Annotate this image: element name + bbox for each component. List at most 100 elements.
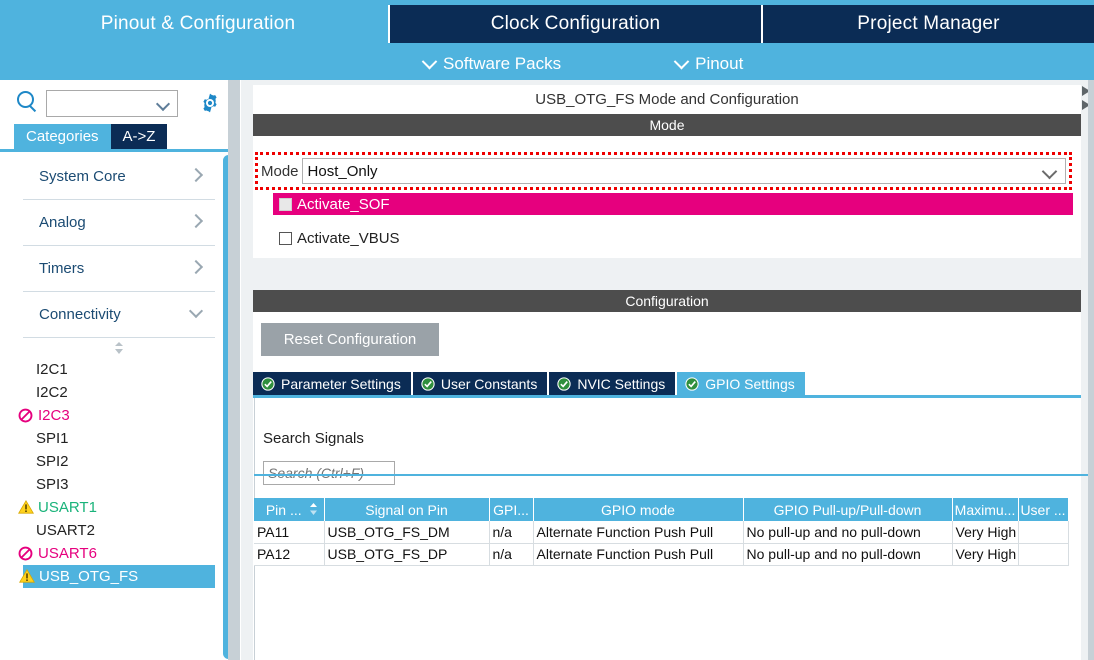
tab-project-manager-label: Project Manager xyxy=(857,13,1000,34)
page-title-text: USB_OTG_FS Mode and Configuration xyxy=(535,91,799,108)
checkbox-activate-sof[interactable]: Activate_SOF xyxy=(273,193,1073,215)
sidebar-item-system-core-label: System Core xyxy=(39,168,126,185)
chevron-down-icon xyxy=(155,96,171,111)
right-gutter xyxy=(1088,80,1094,660)
menu-pinout-label: Pinout xyxy=(695,54,744,73)
check-circle-icon xyxy=(421,376,435,391)
cell-gpio-pull: No pull-up and no pull-down xyxy=(743,543,953,566)
sidebar-item-i2c2-label: I2C2 xyxy=(36,384,68,401)
column-header-gpio-output-level[interactable]: GPI... xyxy=(489,498,534,521)
sidebar-item-usart6[interactable]: USART6 xyxy=(14,542,224,565)
sidebar-item-usb-otg-fs[interactable]: USB_OTG_FS xyxy=(19,565,215,588)
chevron-right-icon xyxy=(188,259,204,275)
chevron-down-icon xyxy=(1041,163,1058,180)
reset-configuration-button[interactable]: Reset Configuration xyxy=(261,323,439,356)
cell-signal: USB_OTG_FS_DM xyxy=(324,521,490,544)
menu-pinout[interactable]: Pinout xyxy=(673,53,744,74)
warning-icon xyxy=(18,499,36,516)
sidebar-item-spi2[interactable]: SPI2 xyxy=(14,450,224,473)
column-header-maximum-speed-label: Maximu... xyxy=(954,501,1016,518)
sidebar-item-i2c3-label: I2C3 xyxy=(38,407,70,424)
sidebar-item-i2c3[interactable]: I2C3 xyxy=(14,404,224,427)
gear-icon[interactable] xyxy=(198,91,222,115)
menu-software-packs[interactable]: Software Packs xyxy=(421,53,561,74)
check-circle-icon xyxy=(557,376,571,391)
sidebar-item-i2c2[interactable]: I2C2 xyxy=(14,381,224,404)
sidebar-item-spi1[interactable]: SPI1 xyxy=(14,427,224,450)
tab-user-constants[interactable]: User Constants xyxy=(412,372,550,395)
check-circle-icon xyxy=(685,376,699,391)
mode-section-header: Mode xyxy=(253,114,1081,136)
cell-signal: USB_OTG_FS_DP xyxy=(324,543,490,566)
sidebar-item-spi1-label: SPI1 xyxy=(36,430,69,447)
search-signals-input[interactable] xyxy=(263,461,395,485)
table-row[interactable]: PA11 USB_OTG_FS_DM n/a Alternate Functio… xyxy=(254,521,1069,544)
tab-nvic-settings-label: NVIC Settings xyxy=(577,375,666,392)
search-signals-label: Search Signals xyxy=(263,430,364,447)
sidebar-item-i2c1[interactable]: I2C1 xyxy=(14,358,224,381)
column-header-signal-on-pin-label: Signal on Pin xyxy=(365,501,448,518)
cell-user-label xyxy=(1018,543,1069,566)
column-header-pin-label: Pin ... xyxy=(265,501,302,518)
cell-max-speed: Very High xyxy=(952,521,1019,544)
sidebar-item-spi3[interactable]: SPI3 xyxy=(14,473,224,496)
tab-categories-label: Categories xyxy=(26,128,99,145)
tab-a-to-z[interactable]: A->Z xyxy=(110,124,168,149)
checkbox-box xyxy=(279,197,292,211)
warning-icon xyxy=(19,568,37,585)
mode-dropdown[interactable]: Host_Only xyxy=(301,158,1066,184)
checkbox-box xyxy=(279,231,292,245)
column-header-maximum-speed[interactable]: Maximu... xyxy=(952,498,1019,521)
tab-nvic-settings[interactable]: NVIC Settings xyxy=(549,372,678,395)
sidebar-item-usart2[interactable]: USART2 xyxy=(14,519,224,542)
gpio-pin-table: Pin ... Signal on Pin GPI... GPIO mode G… xyxy=(254,498,1094,566)
sidebar-item-analog-label: Analog xyxy=(39,214,86,231)
checkbox-activate-vbus[interactable]: Activate_VBUS xyxy=(273,227,400,249)
column-header-gpio-output-level-label: GPI... xyxy=(493,501,529,518)
sidebar-item-usart6-label: USART6 xyxy=(38,545,97,562)
tab-gpio-settings-label: GPIO Settings xyxy=(705,375,795,392)
peripheral-search-combo[interactable] xyxy=(46,89,178,117)
table-header-row: Pin ... Signal on Pin GPI... GPIO mode G… xyxy=(254,498,1069,521)
top-bar: Pinout & Configuration Clock Configurati… xyxy=(0,0,1094,80)
column-header-pin[interactable]: Pin ... xyxy=(254,498,325,521)
sidebar-search-row xyxy=(0,84,240,122)
cell-output-level: n/a xyxy=(489,543,534,566)
sidebar-item-analog[interactable]: Analog xyxy=(23,200,215,246)
mode-dropdown-value: Host_Only xyxy=(307,162,378,180)
chevron-down-icon xyxy=(673,53,690,69)
column-header-user-label[interactable]: User ... xyxy=(1018,498,1069,521)
cell-gpio-mode: Alternate Function Push Pull xyxy=(533,521,744,544)
sidebar-tab-underline xyxy=(0,149,240,152)
mode-selector-row: Mode Host_Only xyxy=(261,158,1066,184)
column-header-gpio-pull[interactable]: GPIO Pull-up/Pull-down xyxy=(743,498,953,521)
tab-parameter-settings[interactable]: Parameter Settings xyxy=(253,372,413,395)
table-row[interactable]: PA12 USB_OTG_FS_DP n/a Alternate Functio… xyxy=(254,543,1069,566)
page-title: USB_OTG_FS Mode and Configuration xyxy=(253,85,1081,114)
cell-gpio-pull: No pull-up and no pull-down xyxy=(743,521,953,544)
sidebar-item-timers[interactable]: Timers xyxy=(23,246,215,292)
tab-gpio-settings[interactable]: GPIO Settings xyxy=(677,372,807,395)
sidebar-item-connectivity-label: Connectivity xyxy=(39,306,121,323)
sidebar-item-spi3-label: SPI3 xyxy=(36,476,69,493)
scroll-up-down-handle[interactable] xyxy=(14,338,224,358)
category-list-viewport: System Core Analog Timers Connectivity I… xyxy=(14,154,240,660)
check-circle-icon xyxy=(261,376,275,391)
sidebar-item-system-core[interactable]: System Core xyxy=(23,154,215,200)
checkbox-activate-vbus-label: Activate_VBUS xyxy=(297,229,400,247)
main-tab-strip: Pinout & Configuration Clock Configurati… xyxy=(0,5,1094,43)
sidebar-item-usart1[interactable]: USART1 xyxy=(14,496,224,519)
sidebar-item-usart2-label: USART2 xyxy=(36,522,95,539)
tab-project-manager[interactable]: Project Manager xyxy=(763,5,1094,43)
conflict-icon xyxy=(18,408,36,424)
tab-categories[interactable]: Categories xyxy=(14,124,111,149)
column-header-gpio-mode[interactable]: GPIO mode xyxy=(533,498,744,521)
column-header-signal-on-pin[interactable]: Signal on Pin xyxy=(324,498,490,521)
tab-pinout-configuration[interactable]: Pinout & Configuration xyxy=(0,5,390,43)
tab-clock-configuration[interactable]: Clock Configuration xyxy=(390,5,763,43)
sidebar-divider xyxy=(228,80,240,660)
tab-parameter-settings-label: Parameter Settings xyxy=(281,375,401,392)
sidebar-item-i2c1-label: I2C1 xyxy=(36,361,68,378)
sidebar-item-connectivity[interactable]: Connectivity xyxy=(23,292,215,338)
configuration-tab-strip: Parameter Settings User Constants NVIC S… xyxy=(253,372,807,395)
